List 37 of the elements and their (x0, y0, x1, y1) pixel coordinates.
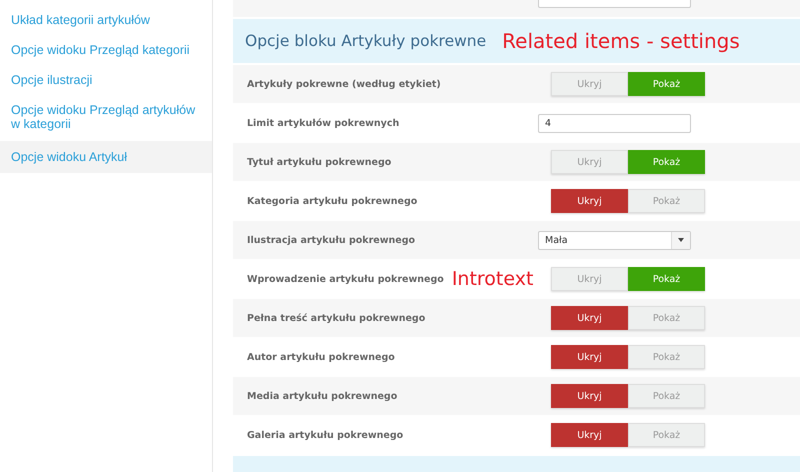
select-dropdown[interactable]: Mała (538, 230, 691, 250)
annotation-text: Related items - settings (502, 29, 740, 53)
setting-label: Autor artykułu pokrewnego (247, 352, 395, 362)
hide-option[interactable]: Ukryj (551, 267, 628, 291)
setting-label: Kategoria artykułu pokrewnego (247, 196, 418, 206)
sidebar-link[interactable]: Układ kategorii artykułów (0, 5, 212, 35)
show-option[interactable]: Pokaż (628, 345, 705, 369)
section-title: Opcje bloku Artykuły pokrewne (245, 32, 486, 50)
setting-label: Limit artykułów pokrewnych (247, 118, 400, 128)
setting-label: Ilustracja artykułu pokrewnego (247, 234, 416, 246)
hide-option[interactable]: Ukryj (551, 150, 628, 174)
show-option[interactable]: Pokaż (628, 267, 705, 291)
show-option[interactable]: Pokaż (628, 150, 705, 174)
text-field[interactable]: 4 (538, 114, 691, 132)
setting-label: Artykuły pokrewne (według etykiet) (247, 78, 441, 90)
sidebar-link[interactable]: Opcje ilustracji (0, 65, 212, 95)
annotation-text: Introtext (452, 268, 534, 290)
show-option[interactable]: Pokaż (628, 306, 705, 330)
hide-option[interactable]: Ukryj (551, 345, 628, 369)
show-option[interactable]: Pokaż (628, 384, 705, 408)
setting-label: Media artykułu pokrewnego (247, 390, 398, 402)
hide-option[interactable]: Ukryj (551, 306, 628, 330)
hide-option[interactable]: Ukryj (551, 189, 628, 213)
setting-label: Galeria artykułu pokrewnego (247, 430, 404, 440)
show-option[interactable]: Pokaż (628, 189, 705, 213)
setting-label: Wprowadzenie artykułu pokrewnego (247, 274, 444, 284)
setting-label: Pełna treść artykułu pokrewnego (247, 312, 426, 324)
hide-option[interactable]: Ukryj (551, 384, 628, 408)
sidebar-link[interactable]: Opcje widoku Artykuł (0, 141, 212, 173)
sidebar-link[interactable]: Opcje widoku Przegląd artykułów w kategorii (0, 95, 212, 139)
hide-option[interactable]: Ukryj (551, 423, 628, 447)
sidebar-link[interactable]: Opcje widoku Przegląd kategorii (0, 35, 212, 65)
caret-icon (678, 238, 684, 242)
show-option[interactable]: Pokaż (628, 423, 705, 447)
show-option[interactable]: Pokaż (628, 72, 705, 96)
setting-label: Tytuł artykułu pokrewnego (247, 156, 392, 168)
hide-option[interactable]: Ukryj (551, 72, 628, 96)
